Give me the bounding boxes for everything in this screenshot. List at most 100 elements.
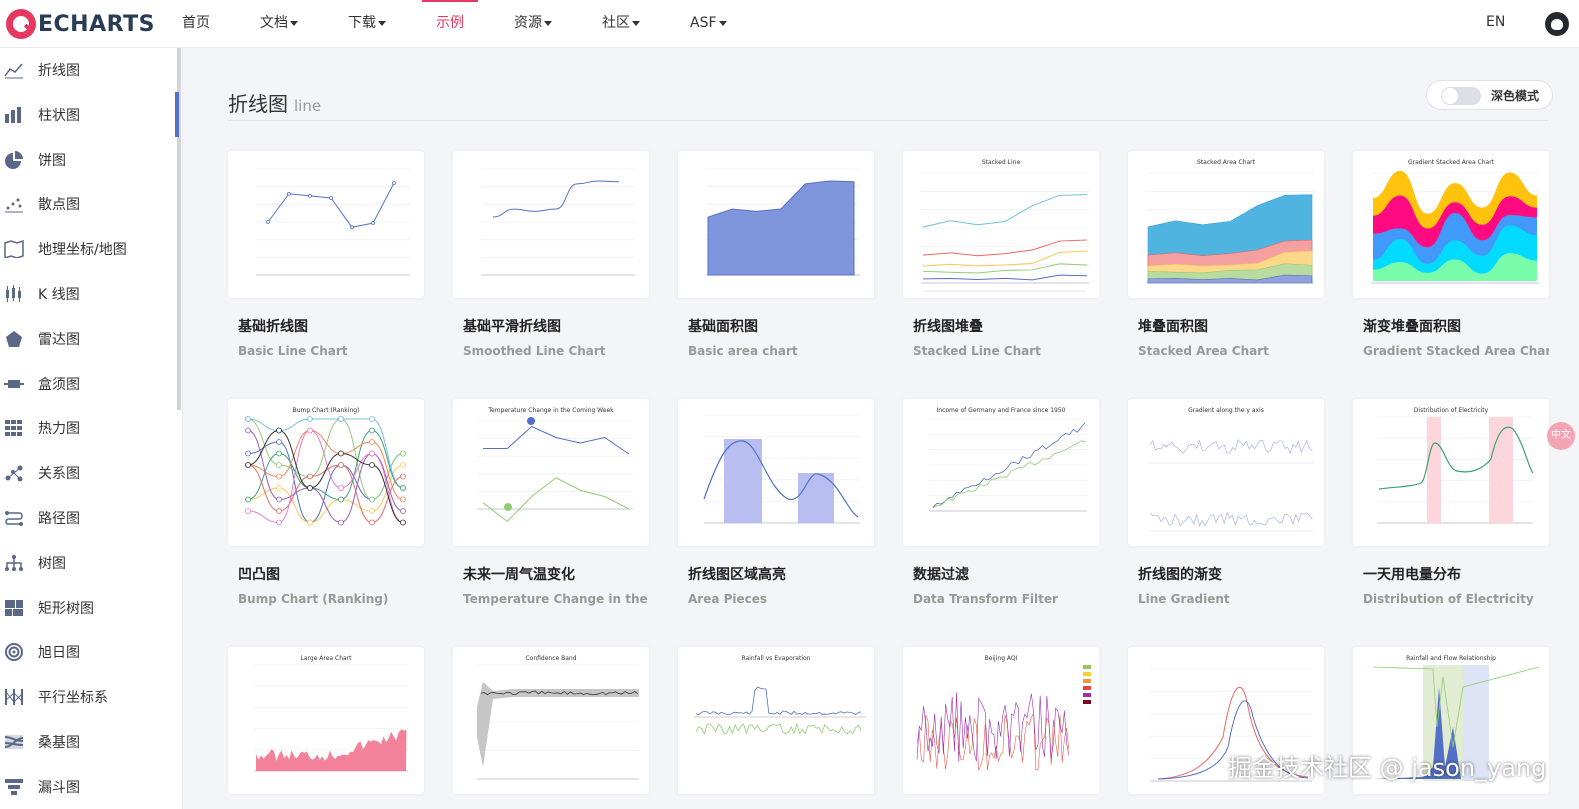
example-card[interactable]: Income of Germany and France since 1950 数… [903, 399, 1099, 606]
example-thumbnail[interactable]: Large Area Chart [228, 647, 424, 794]
sidebar-item-15[interactable]: 桑基图 [0, 720, 180, 764]
sidebar-item-3[interactable]: 散点图 [0, 182, 180, 226]
example-card[interactable]: Confidence Band [453, 647, 649, 794]
toggle-switch[interactable] [1441, 87, 1481, 105]
example-thumbnail[interactable]: Gradient Stacked Area Chart [1353, 151, 1549, 298]
visual-map-piece [1083, 686, 1091, 690]
github-icon[interactable] [1545, 12, 1569, 36]
example-card[interactable]: Beijing AQI [903, 647, 1099, 794]
treemap-icon [4, 599, 24, 617]
example-title[interactable]: 折线图堆叠 [913, 316, 1099, 336]
example-thumbnail[interactable] [678, 399, 874, 546]
example-thumbnail[interactable]: Beijing AQI [903, 647, 1099, 794]
example-title[interactable]: 未来一周气温变化 [463, 564, 649, 584]
example-card[interactable]: 基础平滑折线图 Smoothed Line Chart [453, 151, 649, 358]
nav-item-3[interactable]: 示例 [422, 0, 478, 48]
example-card[interactable]: Large Area Chart [228, 647, 424, 794]
thumb-title: Stacked Line [982, 159, 1021, 166]
example-card[interactable]: 基础折线图 Basic Line Chart [228, 151, 424, 358]
example-thumbnail[interactable]: Bump Chart (Ranking) [228, 399, 424, 546]
data-point [307, 416, 313, 422]
example-title[interactable]: 渐变堆叠面积图 [1363, 316, 1549, 336]
example-subtitle: Line Gradient [1138, 592, 1230, 606]
example-title[interactable]: 折线图区域高亮 [688, 564, 874, 584]
data-point [338, 485, 344, 491]
example-card[interactable]: Stacked Line 折线图堆叠 Stacked Line Chart [903, 151, 1099, 358]
example-thumbnail[interactable] [228, 151, 424, 298]
parallel-icon [4, 688, 24, 706]
data-point [338, 519, 344, 526]
example-thumbnail[interactable]: Rainfall vs Evaporation [678, 647, 874, 794]
sidebar-item-2[interactable]: 饼图 [0, 138, 180, 182]
example-thumbnail[interactable] [678, 151, 874, 298]
language-switch[interactable]: EN [1486, 14, 1505, 30]
example-title[interactable]: 一天用电量分布 [1363, 564, 1549, 584]
example-title[interactable]: 基础平滑折线图 [463, 316, 649, 336]
nav-item-4[interactable]: 资源 [500, 0, 566, 48]
example-title[interactable]: 堆叠面积图 [1138, 316, 1324, 336]
example-card[interactable]: 折线图区域高亮 Area Pieces [678, 399, 874, 606]
example-card[interactable]: 基础面积图 Basic area chart [678, 151, 874, 358]
thumbnail-chart: Gradient along the y axis [1148, 407, 1314, 532]
example-thumbnail[interactable]: Income of Germany and France since 1950 [903, 399, 1099, 546]
data-point [369, 508, 375, 514]
example-thumbnail[interactable]: Stacked Area Chart [1128, 151, 1324, 298]
sidebar-item-13[interactable]: 旭日图 [0, 630, 180, 674]
sidebar-item-7[interactable]: 盒须图 [0, 362, 180, 406]
example-title[interactable]: 基础折线图 [238, 316, 424, 336]
lines-icon [4, 509, 24, 527]
candlestick-icon [4, 285, 24, 303]
sidebar: 折线图 柱状图 饼图 散点图 地理坐标/地图 K 线图 雷达图 盒须图 热力图 关系图 路径图 树图矩… [0, 48, 183, 809]
example-title[interactable]: 数据过滤 [913, 564, 1099, 584]
example-thumbnail[interactable]: Gradient along the y axis [1128, 399, 1324, 546]
example-card[interactable]: Gradient along the y axis 折线图的渐变 Line Grad… [1128, 399, 1324, 606]
series-line [932, 440, 1086, 509]
thumbnail-chart: Beijing AQI [916, 655, 1091, 771]
nav-item-1[interactable]: 文档 [246, 0, 312, 48]
tree-icon [4, 554, 24, 572]
example-thumbnail[interactable]: Distribution of Electricity [1353, 399, 1549, 546]
example-thumbnail[interactable] [453, 151, 649, 298]
sidebar-item-11[interactable]: 树图 [0, 541, 180, 585]
data-point [369, 439, 375, 445]
example-card[interactable]: Distribution of Electricity 一天用电量分布 Distri… [1353, 399, 1549, 606]
visual-map-piece [1083, 700, 1091, 704]
nav-item-2[interactable]: 下载 [334, 0, 400, 48]
example-title[interactable]: 凹凸图 [238, 564, 424, 584]
example-title[interactable]: 折线图的渐变 [1138, 564, 1324, 584]
sidebar-item-4[interactable]: 地理坐标/地图 [0, 227, 180, 271]
sidebar-item-8[interactable]: 热力图 [0, 406, 180, 450]
example-card[interactable]: Stacked Area Chart 堆叠面积图 Stacked Area Char… [1128, 151, 1324, 358]
example-subtitle: Stacked Area Chart [1138, 344, 1269, 358]
example-title[interactable]: 基础面积图 [688, 316, 874, 336]
language-float-button[interactable]: 中文 [1547, 422, 1575, 450]
sidebar-item-6[interactable]: 雷达图 [0, 317, 180, 361]
example-thumbnail[interactable]: Temperature Change in the Coming Week [453, 399, 649, 546]
sidebar-item-14[interactable]: 平行坐标系 [0, 675, 180, 719]
nav-item-label: 资源 [514, 15, 542, 31]
sidebar-item-9[interactable]: 关系图 [0, 451, 180, 495]
data-point [308, 193, 312, 198]
sidebar-item-1[interactable]: 柱状图 [0, 93, 180, 137]
sidebar-item-10[interactable]: 路径图 [0, 496, 180, 540]
echarts-logo[interactable]: ECHARTS [6, 8, 155, 40]
visual-map-piece [1083, 693, 1091, 697]
example-card[interactable]: Rainfall vs Evaporation [678, 647, 874, 794]
nav-item-0[interactable]: 首页 [168, 0, 224, 48]
visual-map-piece [1083, 679, 1091, 683]
sidebar-item-16[interactable]: 漏斗图 [0, 765, 180, 809]
sidebar-item-0[interactable]: 折线图 [0, 48, 180, 92]
example-card[interactable]: Bump Chart (Ranking) 凹凸图 Bump Chart (Ranki… [228, 399, 424, 606]
funnel-icon [4, 778, 24, 796]
example-thumbnail[interactable]: Stacked Line [903, 151, 1099, 298]
sidebar-item-5[interactable]: K 线图 [0, 272, 180, 316]
example-card[interactable]: Temperature Change in the Coming Week 未来一… [453, 399, 649, 606]
example-subtitle: Temperature Change in the C... [463, 592, 649, 606]
nav-item-5[interactable]: 社区 [588, 0, 654, 48]
dark-mode-toggle[interactable]: 深色模式 [1426, 80, 1553, 110]
sidebar-item-12[interactable]: 矩形树图 [0, 586, 180, 630]
example-thumbnail[interactable]: Confidence Band [453, 647, 649, 794]
caret-down-icon [718, 20, 727, 26]
nav-item-6[interactable]: ASF [676, 0, 741, 48]
example-card[interactable]: Gradient Stacked Area Chart 渐变堆叠面积图 Gradie… [1353, 151, 1549, 358]
